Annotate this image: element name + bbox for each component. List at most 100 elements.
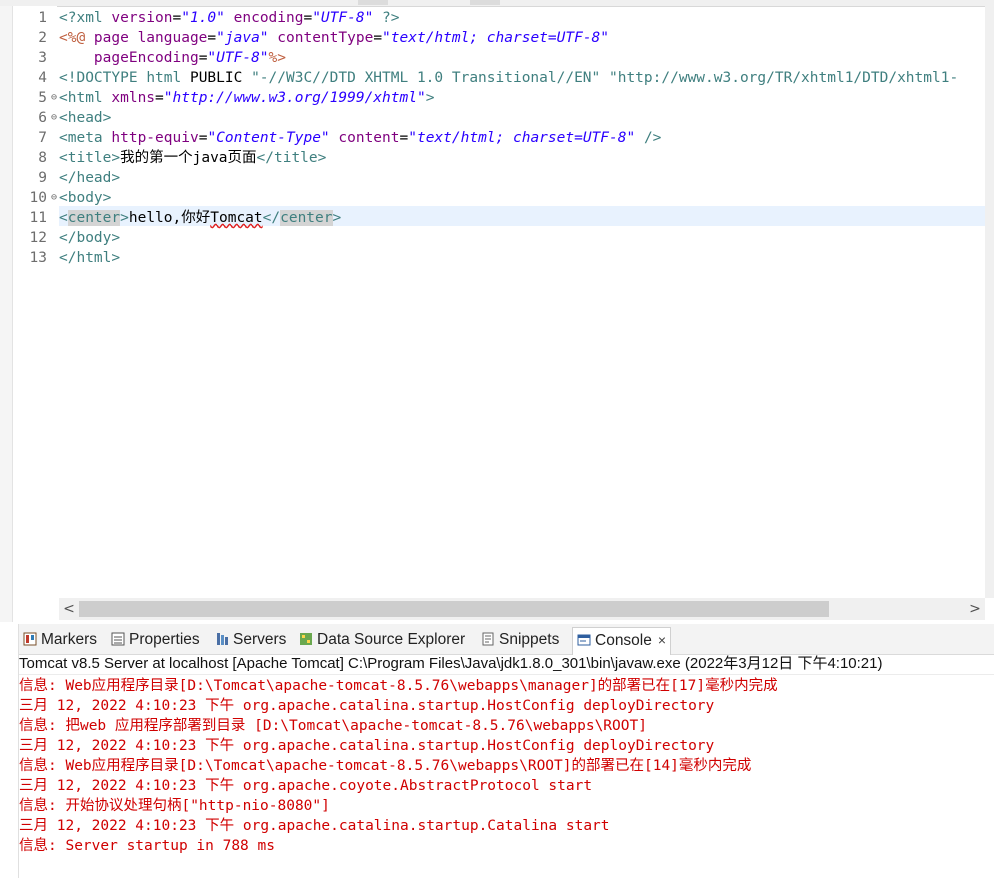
line-number: 5 ⊖ bbox=[13, 88, 57, 108]
scroll-right-arrow-icon[interactable]: > bbox=[965, 598, 985, 620]
tab-properties[interactable]: Properties bbox=[111, 628, 200, 652]
properties-icon bbox=[111, 630, 125, 646]
line-number: 7 bbox=[13, 128, 57, 148]
code-token: = bbox=[155, 90, 164, 106]
code-token: </html> bbox=[59, 250, 121, 266]
tab-servers[interactable]: Servers bbox=[215, 628, 286, 652]
line-number-text: 1 bbox=[38, 10, 47, 26]
code-token: center bbox=[67, 210, 121, 226]
servers-icon bbox=[215, 630, 229, 645]
code-token: = bbox=[373, 30, 383, 46]
code-line[interactable]: <center>hello,你好Tomcat</center> bbox=[59, 208, 341, 228]
line-number-text: 3 bbox=[38, 50, 47, 66]
code-line[interactable]: <body> bbox=[59, 188, 111, 208]
code-token: </ bbox=[262, 210, 281, 226]
line-number: 11 bbox=[13, 208, 57, 228]
fold-toggle-icon[interactable]: ⊖ bbox=[51, 108, 57, 128]
line-number: 8 bbox=[13, 148, 57, 168]
tab-data-source-explorer[interactable]: Data Source Explorer bbox=[299, 628, 465, 652]
console-output[interactable]: 信息: Web应用程序目录[D:\Tomcat\apache-tomcat-8.… bbox=[19, 676, 994, 876]
code-token: = bbox=[303, 10, 313, 26]
console-log-line: 三月 12, 2022 4:10:23 下午 org.apache.coyote… bbox=[19, 778, 593, 794]
tab-label: Snippets bbox=[499, 631, 560, 648]
code-token: "text/html; charset=UTF-8" bbox=[408, 130, 636, 146]
code-token: = bbox=[172, 10, 182, 26]
fold-toggle-icon[interactable]: ⊖ bbox=[51, 188, 57, 208]
code-token: encoding bbox=[233, 10, 304, 26]
tab-label: Servers bbox=[233, 631, 287, 648]
fold-toggle-icon[interactable]: ⊖ bbox=[51, 88, 57, 108]
code-token: </title> bbox=[256, 150, 327, 166]
console-icon bbox=[577, 631, 591, 646]
code-line[interactable]: <head> bbox=[59, 108, 111, 128]
code-line[interactable]: </html> bbox=[59, 248, 120, 268]
code-token: version bbox=[111, 10, 173, 26]
bottom-panel: Markers Properties Servers Data Source Expl… bbox=[18, 624, 994, 878]
scroll-left-arrow-icon[interactable]: < bbox=[59, 598, 79, 620]
tab-snippets[interactable]: Snippets bbox=[481, 628, 559, 652]
console-log-line: 信息: 开始协议处理句柄["http-nio-8080"] bbox=[19, 798, 330, 814]
code-line[interactable]: <!DOCTYPE html PUBLIC "-//W3C//DTD XHTML… bbox=[59, 68, 958, 88]
console-log-line: 三月 12, 2022 4:10:23 下午 org.apache.catali… bbox=[19, 698, 715, 714]
code-token: </head> bbox=[59, 170, 121, 186]
line-number-text: 7 bbox=[38, 130, 47, 146]
line-number: 1 bbox=[13, 8, 57, 28]
code-token: ?> bbox=[373, 10, 400, 26]
code-line[interactable]: <%@ page language="java" contentType="te… bbox=[59, 28, 609, 48]
code-token: > bbox=[332, 210, 342, 226]
editor-left-border bbox=[0, 6, 13, 622]
line-number: 3 bbox=[13, 48, 57, 68]
tab-label: Console bbox=[595, 632, 652, 649]
code-token: %> bbox=[268, 50, 286, 66]
close-icon[interactable]: × bbox=[658, 632, 666, 648]
horizontal-scrollbar[interactable]: < > bbox=[59, 598, 985, 620]
code-token: language bbox=[137, 30, 208, 46]
code-line[interactable]: <meta http-equiv="Content-Type" content=… bbox=[59, 128, 661, 148]
console-log-line: 三月 12, 2022 4:10:23 下午 org.apache.catali… bbox=[19, 738, 715, 754]
code-token: > bbox=[425, 90, 435, 106]
tab-markers[interactable]: Markers bbox=[23, 628, 97, 652]
code-line[interactable]: </head> bbox=[59, 168, 120, 188]
code-token: <html bbox=[59, 90, 112, 106]
code-token: /> bbox=[635, 130, 662, 146]
line-number-text: 2 bbox=[38, 30, 47, 46]
code-token: "UTF-8" bbox=[207, 50, 269, 66]
line-number-text: 8 bbox=[38, 150, 47, 166]
code-token: pageEncoding bbox=[93, 50, 199, 66]
line-number-text: 4 bbox=[38, 70, 47, 86]
code-token: page bbox=[93, 30, 138, 46]
tab-console[interactable]: Console × bbox=[572, 627, 672, 655]
line-number: 9 bbox=[13, 168, 57, 188]
line-number-text: 5 bbox=[38, 90, 47, 106]
code-token: content bbox=[338, 130, 400, 146]
markers-icon bbox=[23, 630, 37, 646]
console-log-line: 三月 12, 2022 4:10:23 下午 org.apache.catali… bbox=[19, 818, 610, 834]
code-line[interactable]: pageEncoding="UTF-8"%> bbox=[59, 48, 286, 68]
code-line[interactable]: </body> bbox=[59, 228, 120, 248]
code-token: Tomcat bbox=[210, 210, 263, 226]
vertical-scrollbar[interactable] bbox=[985, 6, 994, 598]
code-token: "Content-Type" bbox=[207, 130, 330, 146]
line-number: 2 bbox=[13, 28, 57, 48]
line-number-text: 12 bbox=[29, 230, 47, 246]
code-line[interactable]: <title>我的第一个java页面</title> bbox=[59, 148, 326, 168]
code-line[interactable]: <html xmlns="http://www.w3.org/1999/xhtm… bbox=[59, 88, 434, 108]
code-token: xmlns bbox=[111, 90, 156, 106]
code-token: "text/html; charset=UTF-8" bbox=[382, 30, 610, 46]
code-token: <!DOCTYPE bbox=[59, 70, 147, 86]
code-token: > bbox=[120, 210, 129, 226]
code-line[interactable]: <?xml version="1.0" encoding="UTF-8" ?> bbox=[59, 8, 400, 28]
line-number-text: 11 bbox=[29, 210, 47, 226]
code-token: "http://www.w3.org/1999/xhtml" bbox=[163, 90, 426, 106]
code-token: 我的第一个java页面 bbox=[120, 150, 257, 166]
scroll-thumb[interactable] bbox=[79, 601, 829, 617]
line-number-text: 9 bbox=[38, 170, 47, 186]
code-editor[interactable]: 1 2 3 4 5 ⊖ 6 ⊖ 7 8 9 10 ⊖ 11 12 13 <?xml version="1.0"… bbox=[0, 0, 994, 622]
tab-label: Properties bbox=[129, 631, 200, 648]
console-log-line: 信息: Web应用程序目录[D:\Tomcat\apache-tomcat-8.… bbox=[19, 678, 778, 694]
line-number: 13 bbox=[13, 248, 57, 268]
code-text-area[interactable]: <?xml version="1.0" encoding="UTF-8" ?> <… bbox=[59, 6, 985, 598]
